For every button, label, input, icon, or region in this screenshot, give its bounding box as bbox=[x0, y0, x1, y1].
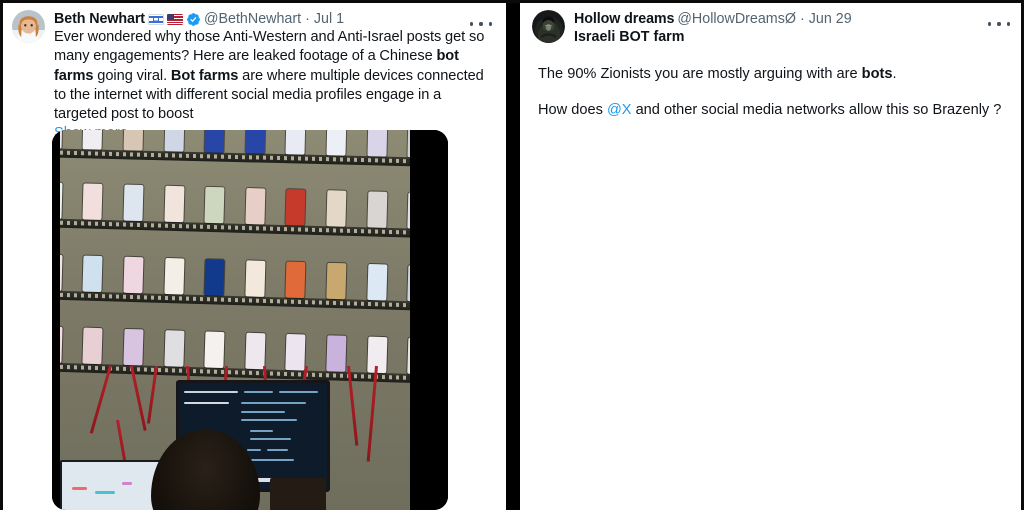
tweet-header-right: Hollow dreams @HollowDreamsØ · Jun 29 Is… bbox=[532, 10, 1010, 47]
screenshot-root: Beth Newhart @BethNewhart · Jul 1 Ever w… bbox=[0, 0, 1024, 510]
tweet-text-bold: bots bbox=[861, 66, 893, 82]
handle[interactable]: @BethNewhart bbox=[204, 10, 301, 28]
tweet-paragraph: The 90% Zionists you are mostly arguing … bbox=[538, 65, 1010, 84]
letterbox-bar-left bbox=[52, 130, 60, 510]
separator: · bbox=[305, 11, 310, 27]
letterbox-bar-right bbox=[410, 130, 448, 510]
tweet-text-segment: Ever wondered why those Anti-Western and… bbox=[54, 29, 485, 65]
name-line: Beth Newhart @BethNewhart · Jul 1 bbox=[54, 10, 492, 28]
frame-edge-left bbox=[0, 0, 3, 510]
frame-edge-top bbox=[0, 0, 1024, 3]
tweet-media-left[interactable] bbox=[52, 130, 448, 510]
panel-divider bbox=[506, 0, 520, 510]
tweet-subtitle: Israeli BOT farm bbox=[574, 29, 685, 45]
handle[interactable]: @HollowDreamsØ bbox=[677, 10, 796, 28]
tweet-text-segment: and other social media networks allow th… bbox=[631, 102, 1002, 119]
israel-flag-icon bbox=[147, 13, 164, 25]
tweet-text-segment: How does bbox=[538, 102, 607, 119]
tweet-meta-right: Hollow dreams @HollowDreamsØ · Jun 29 Is… bbox=[574, 10, 1010, 47]
tweet-text-segment: . bbox=[892, 66, 897, 82]
separator: · bbox=[800, 11, 805, 27]
tweet-paragraph: How does @X and other social media netwo… bbox=[538, 101, 1010, 120]
tweet-text-segment: going viral. bbox=[93, 67, 171, 84]
timestamp[interactable]: Jul 1 bbox=[314, 10, 344, 28]
tweet-text-bold: Bot farms bbox=[170, 67, 239, 84]
tweet-header-left: Beth Newhart @BethNewhart · Jul 1 Ever w… bbox=[12, 10, 492, 144]
display-name[interactable]: Beth Newhart bbox=[54, 10, 145, 28]
tweet-left: Beth Newhart @BethNewhart · Jul 1 Ever w… bbox=[0, 0, 506, 144]
tweet-meta-left: Beth Newhart @BethNewhart · Jul 1 Ever w… bbox=[54, 10, 492, 144]
display-name[interactable]: Hollow dreams bbox=[574, 10, 675, 28]
tweet-card-right: Hollow dreams @HollowDreamsØ · Jun 29 Is… bbox=[520, 0, 1024, 510]
tweet-text-right: The 90% Zionists you are mostly arguing … bbox=[538, 65, 1010, 121]
verified-badge-icon bbox=[187, 12, 200, 26]
mention-link[interactable]: @X bbox=[607, 102, 632, 118]
tweet-card-left: Beth Newhart @BethNewhart · Jul 1 Ever w… bbox=[0, 0, 506, 510]
more-options-icon[interactable] bbox=[988, 17, 1010, 31]
tweet-text-left: Ever wondered why those Anti-Western and… bbox=[54, 28, 492, 124]
tweet-text-segment: The 90% Zionists you are mostly arguing … bbox=[538, 66, 862, 82]
video-thumbnail[interactable] bbox=[52, 130, 448, 510]
bot-farm-scene bbox=[60, 130, 410, 510]
avatar[interactable] bbox=[532, 10, 565, 43]
more-options-icon[interactable] bbox=[470, 17, 492, 31]
avatar[interactable] bbox=[12, 10, 45, 43]
name-line: Hollow dreams @HollowDreamsØ · Jun 29 bbox=[574, 10, 1010, 28]
usa-flag-icon bbox=[166, 13, 183, 25]
tweet-right: Hollow dreams @HollowDreamsØ · Jun 29 Is… bbox=[520, 0, 1024, 121]
timestamp[interactable]: Jun 29 bbox=[809, 10, 852, 28]
